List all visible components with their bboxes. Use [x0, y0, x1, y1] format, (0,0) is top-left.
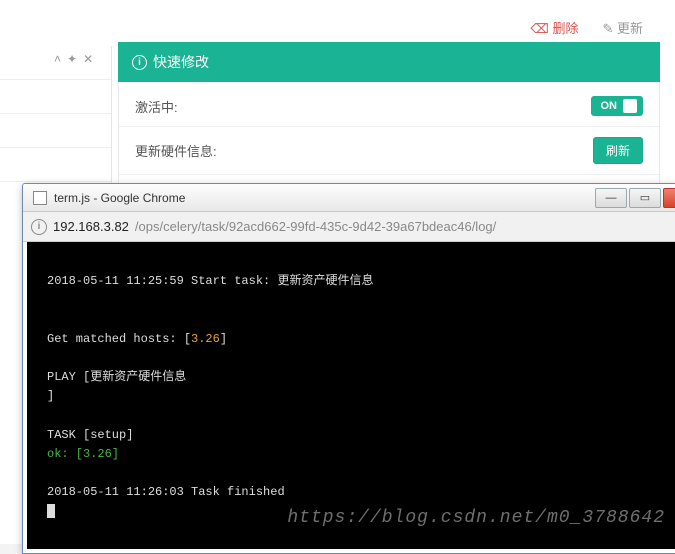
tool-icon[interactable]: ✦: [67, 52, 77, 66]
url-host: 192.168.3.82: [53, 219, 129, 234]
update-label: 更新: [617, 21, 643, 36]
address-bar[interactable]: i 192.168.3.82/ops/celery/task/92acd662-…: [23, 212, 675, 242]
row-active: 激活中: ON: [119, 86, 659, 127]
delete-label: 删除: [552, 21, 578, 36]
page-favicon-icon: [33, 191, 47, 205]
collapse-icon[interactable]: ˄: [54, 52, 61, 66]
chrome-window: term.js - Google Chrome — ▭ ✕ i 192.168.…: [22, 183, 675, 554]
label-update-hw: 更新硬件信息:: [135, 141, 217, 160]
terminal-output[interactable]: 2018-05-11 11:25:59 Start task: 更新资产硬件信息…: [27, 242, 675, 549]
edit-icon: ✎: [602, 21, 613, 36]
close-button[interactable]: ✕: [663, 188, 675, 208]
toggle-text: ON: [601, 100, 618, 112]
panel-header: i 快速修改: [118, 42, 660, 82]
info-icon: i: [132, 55, 147, 70]
delete-link[interactable]: ⌫ 删除: [530, 18, 578, 37]
top-actions: ⌫ 删除 ✎ 更新: [530, 18, 643, 37]
window-titlebar[interactable]: term.js - Google Chrome — ▭ ✕: [23, 184, 675, 212]
close-icon[interactable]: ✕: [83, 52, 93, 66]
row-update-hw: 更新硬件信息: 刷新: [119, 127, 659, 175]
left-toolbar: ˄ ✦ ✕: [54, 52, 93, 66]
label-active: 激活中:: [135, 97, 178, 116]
window-buttons: — ▭ ✕: [593, 188, 675, 208]
minimize-button[interactable]: —: [595, 188, 627, 208]
window-title: term.js - Google Chrome: [54, 191, 593, 205]
maximize-button[interactable]: ▭: [629, 188, 661, 208]
toggle-knob: [623, 99, 637, 113]
site-info-icon[interactable]: i: [31, 219, 47, 235]
refresh-button[interactable]: 刷新: [593, 137, 643, 164]
update-link[interactable]: ✎ 更新: [602, 18, 643, 37]
terminal-text: 2018-05-11 11:25:59 Start task: 更新资产硬件信息…: [47, 272, 675, 521]
active-toggle[interactable]: ON: [591, 96, 644, 116]
page-background: ⌫ 删除 ✎ 更新 ˄ ✦ ✕ i 快速修改 激活中: ON: [0, 0, 675, 544]
terminal-cursor: [47, 504, 55, 518]
panel-title: 快速修改: [153, 52, 209, 72]
url-path: /ops/celery/task/92acd662-99fd-435c-9d42…: [135, 219, 496, 234]
trash-icon: ⌫: [530, 21, 548, 36]
